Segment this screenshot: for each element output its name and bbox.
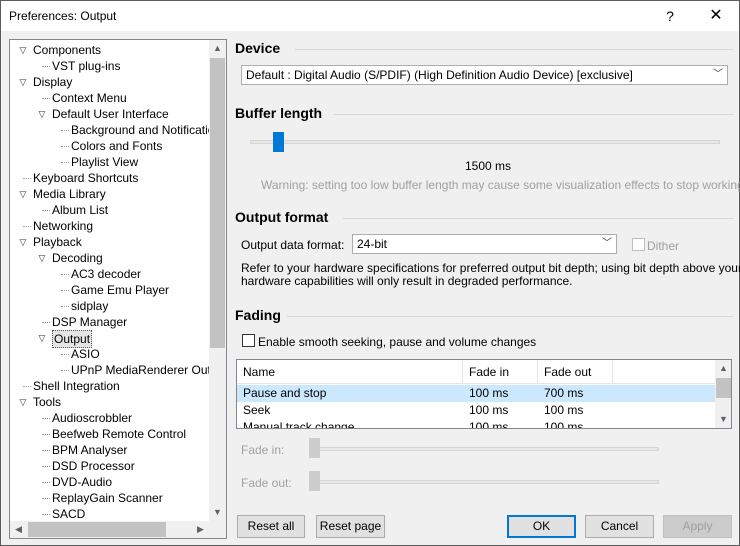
chevron-down-icon: ﹀ [602, 238, 612, 249]
fading-list-scrollbar[interactable]: ▲ ▼ [715, 360, 731, 428]
tree-item-label: Colors and Fonts [71, 139, 163, 153]
scroll-down-arrow-icon[interactable]: ▼ [209, 504, 226, 521]
expand-chevron-icon[interactable]: ▽ [18, 394, 28, 410]
buffer-slider-track[interactable] [250, 140, 720, 144]
tree-item-label: Game Emu Player [71, 283, 170, 297]
tree-item-label: BPM Analyser [52, 443, 128, 457]
buffer-warning: Warning: setting too low buffer length m… [261, 178, 740, 192]
fade-out-slider-thumb[interactable] [309, 471, 320, 491]
device-heading: Device [235, 40, 281, 56]
buffer-value: 1500 ms [465, 159, 512, 173]
tree-item-label: Beefweb Remote Control [52, 427, 187, 441]
tree-item-label: ASIO [71, 347, 100, 361]
expand-chevron-icon[interactable]: ▽ [37, 330, 47, 346]
tree-item-label: Playback [33, 235, 82, 249]
table-row[interactable]: Manual track change 100 ms 100 ms [237, 419, 715, 428]
tree-item-label: UPnP MediaRenderer Output [71, 363, 227, 377]
fading-list[interactable]: Name Fade in Fade out Pause and stop 100… [236, 359, 732, 429]
dither-label: Dither [647, 239, 680, 253]
tree-horizontal-scrollbar[interactable]: ◀ ▶ [10, 521, 209, 538]
table-row[interactable]: Seek 100 ms 100 ms [237, 402, 715, 419]
output-format-note-1: Refer to your hardware specifications fo… [241, 261, 740, 275]
column-header-fade-out[interactable]: Fade out [538, 360, 613, 384]
tree-vertical-scrollbar[interactable]: ▲ ▼ [209, 40, 226, 521]
scroll-thumb[interactable] [210, 58, 225, 348]
output-format-label: Output data format: [241, 238, 345, 252]
expand-chevron-icon[interactable]: ▽ [18, 186, 28, 202]
buffer-slider-thumb[interactable] [273, 132, 285, 152]
preferences-window: Preferences: Output ? ✕ ▽ Components VST p… [0, 0, 740, 546]
scroll-up-arrow-icon[interactable]: ▲ [715, 360, 731, 377]
output-format-note-2: hardware capabilities will only result i… [241, 274, 573, 288]
tree-item-label: Tools [33, 395, 62, 409]
reset-page-button[interactable]: Reset page [316, 515, 385, 538]
close-button[interactable]: ✕ [693, 1, 739, 31]
fade-in-label: Fade in: [241, 443, 285, 457]
chevron-down-icon: ﹀ [713, 69, 723, 80]
reset-all-button[interactable]: Reset all [237, 515, 305, 538]
expand-chevron-icon[interactable]: ▽ [18, 234, 28, 250]
tree-item-label: Components [33, 43, 102, 57]
tree-item-label: Album List [52, 203, 109, 217]
tree-item-label: AC3 decoder [71, 267, 142, 281]
fade-in-slider-track[interactable] [309, 447, 659, 451]
title-bar: Preferences: Output ? ✕ [1, 1, 739, 31]
tree-item-label: sidplay [71, 299, 109, 313]
tree-item-label: VST plug-ins [52, 59, 121, 73]
tree-item-label: ReplayGain Scanner [52, 491, 163, 505]
tree-item-label: DSP Manager [52, 315, 128, 329]
tree-item-label: Media Library [33, 187, 106, 201]
tree-item-label: DSD Processor [52, 459, 135, 473]
table-row[interactable]: Pause and stop 100 ms 700 ms [237, 385, 715, 402]
column-header-fade-in[interactable]: Fade in [463, 360, 538, 384]
cancel-button[interactable]: Cancel [585, 515, 654, 538]
tree-item-label: Background and Notifications [71, 123, 227, 137]
help-button[interactable]: ? [647, 1, 693, 31]
window-title: Preferences: Output [9, 9, 117, 23]
scroll-down-arrow-icon[interactable]: ▼ [715, 411, 731, 428]
scroll-right-arrow-icon[interactable]: ▶ [192, 521, 209, 538]
scroll-up-arrow-icon[interactable]: ▲ [209, 40, 226, 57]
output-format-heading: Output format [235, 209, 329, 225]
scroll-left-arrow-icon[interactable]: ◀ [10, 521, 27, 538]
apply-button[interactable]: Apply [663, 515, 732, 538]
fade-out-slider-track[interactable] [309, 480, 659, 484]
tree-item-label: Playlist View [71, 155, 139, 169]
tree-item-label: Shell Integration [33, 379, 120, 393]
output-format-combobox[interactable]: 24-bit ﹀ [352, 234, 617, 254]
enable-fading-checkbox[interactable] [242, 334, 255, 347]
tree-item-label: Default User Interface [52, 107, 169, 121]
tree-item-label: Keyboard Shortcuts [33, 171, 139, 185]
tree-item-label: Context Menu [52, 91, 127, 105]
tree-item-label: Audioscrobbler [52, 411, 133, 425]
device-selected: Default : Digital Audio (S/PDIF) (High D… [246, 68, 633, 82]
tree-item-label: Decoding [52, 251, 103, 265]
tree-item-label: DVD-Audio [52, 475, 113, 489]
expand-chevron-icon[interactable]: ▽ [37, 106, 47, 122]
expand-chevron-icon[interactable]: ▽ [18, 74, 28, 90]
dither-checkbox[interactable] [632, 238, 645, 251]
preferences-tree[interactable]: ▽ Components VST plug-ins ▽ Display Context M… [9, 39, 227, 539]
tree-item-label: Networking [33, 219, 94, 233]
fade-in-slider-thumb[interactable] [309, 438, 320, 458]
fade-out-label: Fade out: [241, 476, 292, 490]
column-header-name[interactable]: Name [237, 360, 463, 384]
fading-list-header: Name Fade in Fade out [237, 360, 715, 384]
buffer-heading: Buffer length [235, 105, 323, 121]
ok-button[interactable]: OK [507, 515, 576, 538]
enable-fading-label: Enable smooth seeking, pause and volume … [258, 335, 537, 349]
device-combobox[interactable]: Default : Digital Audio (S/PDIF) (High D… [241, 65, 728, 85]
output-format-selected: 24-bit [357, 237, 388, 251]
scroll-thumb[interactable] [716, 378, 731, 398]
tree-item-label: SACD [52, 507, 86, 521]
hscroll-thumb[interactable] [28, 522, 166, 537]
expand-chevron-icon[interactable]: ▽ [18, 42, 28, 58]
expand-chevron-icon[interactable]: ▽ [37, 250, 47, 266]
tree-item-label: Display [33, 75, 73, 89]
fading-heading: Fading [235, 307, 281, 323]
